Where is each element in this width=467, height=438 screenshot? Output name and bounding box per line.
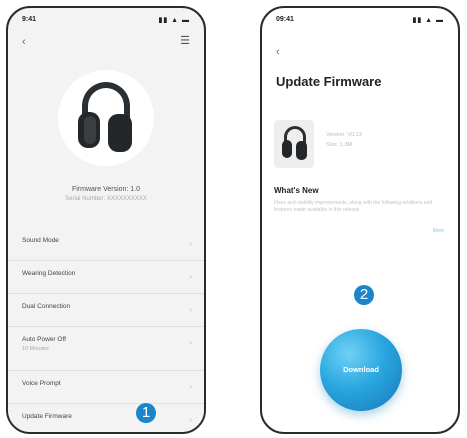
- signal-battery-icon: ▮▮ ▲ ▬: [158, 17, 190, 24]
- chevron-right-icon: ›: [189, 415, 192, 424]
- menu-item-label: Voice Prompt: [22, 380, 61, 387]
- device-thumbnail: [274, 120, 314, 168]
- headphone-icon: [282, 126, 308, 162]
- firmware-version-label: Version: V0.13: [326, 132, 362, 138]
- status-time: 9:41: [22, 16, 37, 23]
- status-bar: 09:41 ▮▮ ▲ ▬: [276, 16, 444, 28]
- whats-new-text: Fixes and stability improvements, along …: [274, 200, 433, 213]
- chevron-right-icon: ›: [189, 305, 192, 314]
- menu-item-label: Auto Power Off: [22, 336, 66, 343]
- menu-item-dual-connection[interactable]: Dual Connection ›: [8, 294, 204, 327]
- status-bar: 9:41 ▮▮ ▲ ▬: [22, 16, 190, 28]
- menu-item-sound-mode[interactable]: Sound Mode ›: [8, 228, 204, 261]
- headphone-settings-icon[interactable]: ☰: [180, 34, 190, 47]
- download-button[interactable]: Download: [320, 329, 402, 411]
- settings-menu: Sound Mode › Wearing Detection › Dual Co…: [8, 228, 204, 432]
- device-image: [58, 70, 154, 166]
- more-link[interactable]: More: [433, 228, 444, 234]
- back-icon[interactable]: ‹: [276, 46, 280, 58]
- menu-item-value: 10 Minutes: [22, 346, 49, 352]
- step-1-badge: 1: [136, 403, 156, 423]
- menu-item-label: Dual Connection: [22, 303, 71, 310]
- chevron-right-icon: ›: [189, 239, 192, 248]
- device-settings-screen: 9:41 ▮▮ ▲ ▬ ‹ ☰ Firmware Version: 1.0 Se…: [6, 6, 206, 434]
- menu-item-voice-prompt[interactable]: Voice Prompt ›: [8, 371, 204, 404]
- firmware-version-label: Firmware Version: 1.0: [71, 186, 141, 193]
- signal-battery-icon: ▮▮ ▲ ▬: [412, 17, 444, 24]
- whats-new-heading: What's New: [274, 186, 319, 195]
- menu-item-label: Sound Mode: [22, 237, 59, 244]
- menu-item-label: Wearing Detection: [22, 270, 76, 277]
- update-firmware-screen: 09:41 ▮▮ ▲ ▬ ‹ Update Firmware Version: …: [260, 6, 460, 434]
- chevron-right-icon: ›: [189, 338, 192, 347]
- menu-item-auto-power-off[interactable]: Auto Power Off 10 Minutes ›: [8, 327, 204, 371]
- step-2-badge: 2: [354, 285, 374, 305]
- menu-item-label: Update Firmware: [22, 413, 72, 420]
- status-time: 09:41: [276, 16, 294, 23]
- menu-item-wearing-detection[interactable]: Wearing Detection ›: [8, 261, 204, 294]
- chevron-right-icon: ›: [189, 382, 192, 391]
- firmware-size-label: Size: 1.3M: [326, 142, 352, 148]
- serial-number-label: Serial Number: XXXXXXXXXX: [65, 196, 147, 202]
- chevron-right-icon: ›: [189, 272, 192, 281]
- headphone-icon: [78, 82, 134, 154]
- menu-item-update-firmware[interactable]: Update Firmware ›: [8, 404, 204, 432]
- page-title: Update Firmware: [276, 74, 382, 89]
- back-icon[interactable]: ‹: [22, 36, 26, 48]
